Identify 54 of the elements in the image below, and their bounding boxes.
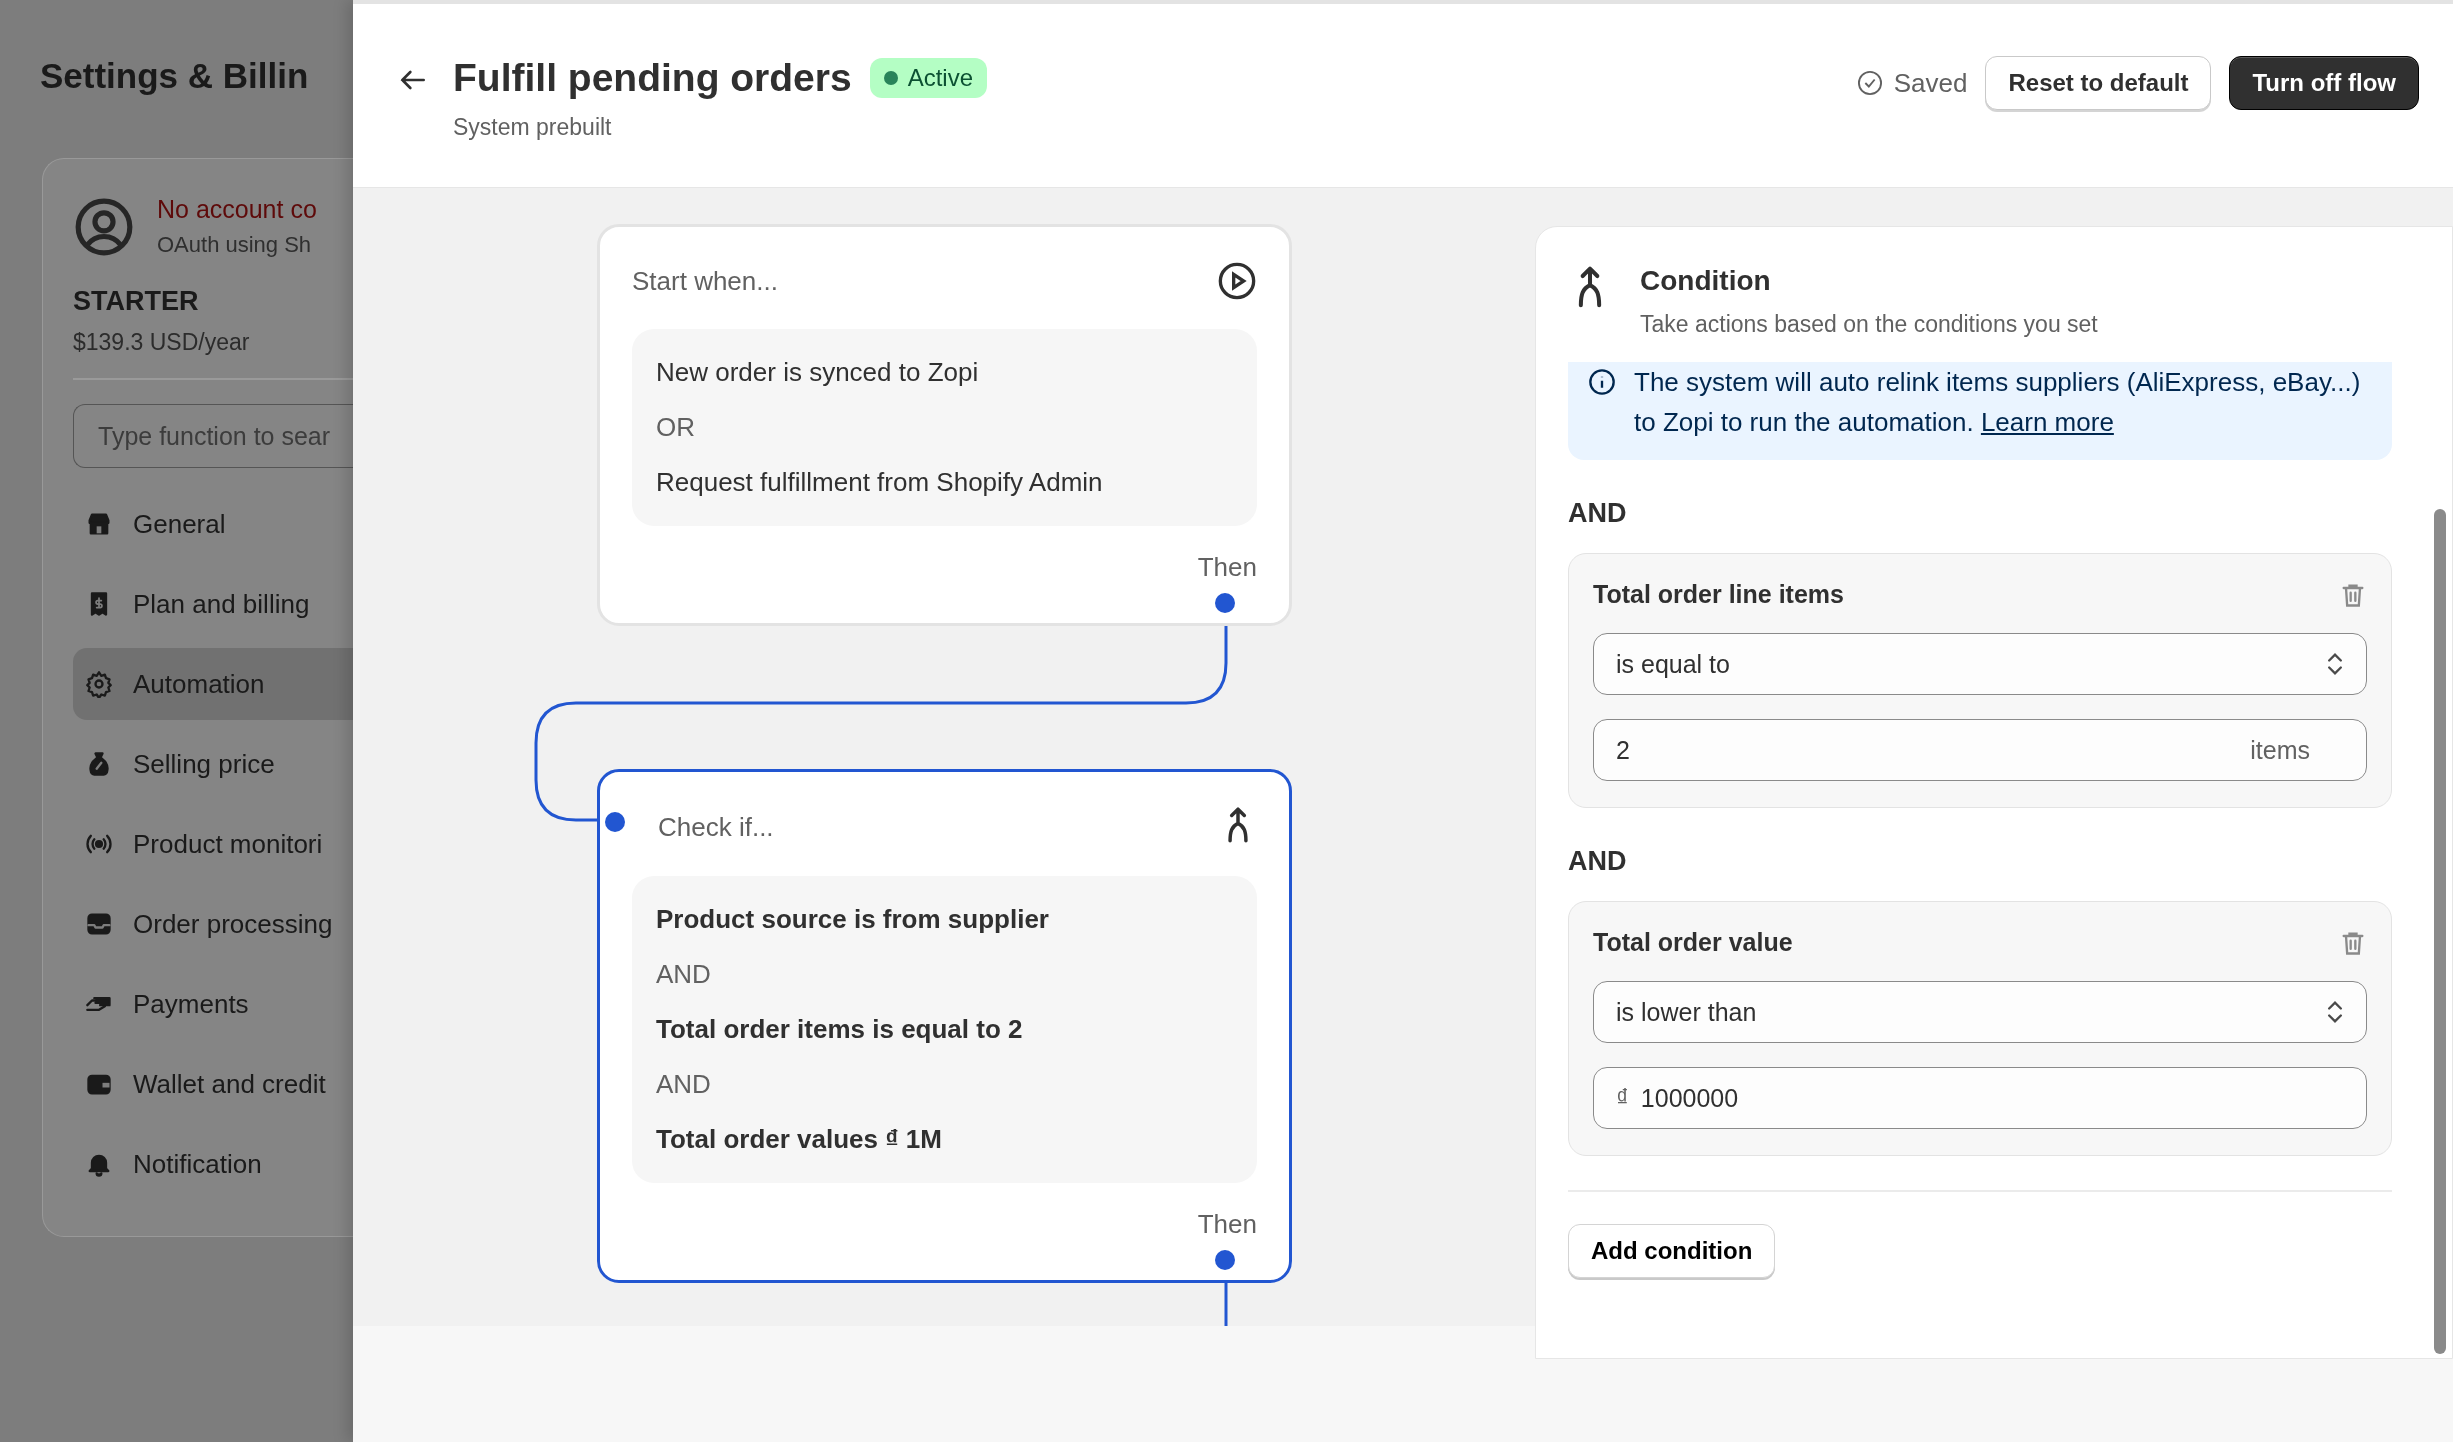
node-rule: Product source is from supplier (656, 903, 1050, 936)
add-condition-button[interactable]: Add condition (1568, 1224, 1776, 1278)
input-port[interactable] (605, 812, 625, 832)
sidebar-item[interactable]: Payments (73, 968, 353, 1040)
account-status: No account co (157, 195, 317, 224)
value-field[interactable]: 2 items (1593, 719, 2367, 781)
sidebar-item[interactable]: Product monitori (73, 808, 353, 880)
plan-name: STARTER (73, 286, 200, 317)
status-badge: Active (869, 58, 988, 98)
joiner-label: OR (656, 411, 696, 444)
reset-button[interactable]: Reset to default (1985, 56, 2212, 110)
saved-status: Saved (1855, 67, 1968, 99)
flow-subtitle: System prebuilt (453, 114, 613, 141)
joiner-heading: AND (1568, 498, 1628, 529)
node-rule: New order is synced to Zopi (656, 356, 980, 389)
node-rule: Total order items is equal to 2 (656, 1013, 1024, 1046)
operator-select[interactable]: is equal to (1593, 633, 2367, 695)
info-text: The system will auto relink items suppliers (AliExpress, eBay...) to Zopi to run the automation. Learn more (1634, 366, 2362, 439)
sidebar-item[interactable]: Selling price (73, 728, 353, 800)
node-rule: Request fulfillment from Shopify Admin (656, 466, 1104, 499)
learn-more-link[interactable]: Learn more (1980, 407, 2114, 437)
sidebar-item[interactable]: Wallet and credit (73, 1048, 353, 1120)
flow-title: Fulfill pending orders (453, 56, 852, 100)
play-circle-icon (1217, 261, 1257, 301)
panel-title: Condition (1640, 265, 1772, 297)
info-icon (1588, 368, 1616, 396)
operator-select[interactable]: is lower than (1593, 981, 2367, 1043)
joiner-heading: AND (1568, 846, 1628, 877)
flow-node[interactable]: Check if... Product source is from supplier AND Total order items is equal to 2 AND Total order values ₫ 1M Then (597, 769, 1292, 1283)
check-circle-icon (1855, 69, 1884, 97)
scrollbar[interactable] (2434, 509, 2446, 1354)
sidebar-item[interactable]: General (73, 488, 353, 560)
joiner-label: AND (656, 958, 712, 991)
node-title: Check if... (658, 811, 774, 843)
account-method: OAuth using Sh (157, 232, 313, 258)
sidebar-item[interactable]: Notification (73, 1128, 353, 1200)
value-field[interactable]: ₫ 1000000 (1593, 1067, 2367, 1129)
output-port[interactable] (1215, 593, 1235, 613)
condition-field: Total order line items (1593, 580, 1844, 609)
condition-field: Total order value (1593, 928, 1793, 957)
page-title: Settings & Billin (40, 56, 310, 96)
sidebar-item[interactable]: Plan and billing (73, 568, 353, 640)
then-label: Then (1197, 552, 1257, 583)
gear-icon (85, 670, 113, 698)
sidebar-item[interactable]: Order processing (73, 888, 353, 960)
panel-subtitle: Take actions based on the conditions you set (1640, 311, 2098, 338)
joiner-label: AND (656, 1068, 712, 1101)
output-port[interactable] (1215, 1250, 1235, 1270)
turn-off-button[interactable]: Turn off flow (2229, 56, 2419, 110)
then-label: Then (1197, 1209, 1257, 1240)
node-title: Start when... (632, 265, 778, 297)
node-rule: Total order values ₫ 1M (656, 1123, 943, 1156)
sidebar-item[interactable]: Automation (73, 648, 353, 720)
flow-node[interactable]: Start when... New order is synced to Zopi OR Request fulfillment from Shopify Admin Then (597, 224, 1292, 626)
